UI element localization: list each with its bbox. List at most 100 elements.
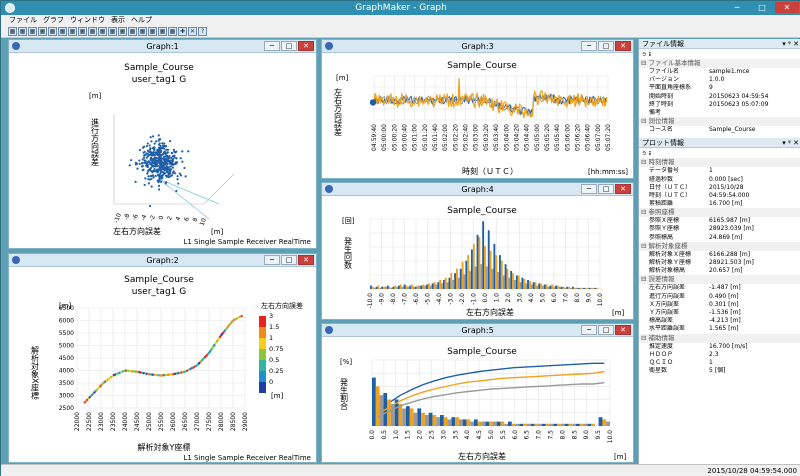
graph4-window[interactable]: Graph:4 ─ □ ✕ Sample_Course [回] 発生回数 左右方… (321, 182, 634, 320)
graph2-plot[interactable]: Sample_Course user_tag1 G [m] 解析対象X座標 解析… (9, 268, 316, 462)
file-info-pin-button[interactable]: ▾ ᵠ ✕ (782, 39, 799, 49)
toolbar-button-4[interactable]: ▦ (48, 27, 57, 36)
graph1-close-button[interactable]: ✕ (298, 41, 314, 51)
section-header[interactable]: ⊟ ファイル基本情報 (639, 59, 800, 68)
graph2-window[interactable]: Graph:2 ─ □ ✕ Sample_Course user_tag1 G … (8, 253, 317, 463)
toolbar-button-6[interactable]: ▦ (68, 27, 77, 36)
graph5-minimize-button[interactable]: ─ (581, 325, 597, 335)
property-row[interactable]: 参照標高24.869 [m] (639, 234, 800, 242)
graph5-window[interactable]: Graph:5 ─ □ ✕ Sample_Course [%] 発生割合 左右方… (321, 323, 634, 463)
property-row[interactable]: Ｘ方向誤差0.301 [m] (639, 301, 800, 309)
file-info-toolbar[interactable]: ᪁ ᵻ (639, 49, 800, 59)
toolbar-button-1[interactable]: ▦ (18, 27, 27, 36)
graph2-titlebar[interactable]: Graph:2 ─ □ ✕ (9, 254, 316, 267)
graph5-close-button[interactable]: ✕ (615, 325, 631, 335)
graph1-point (161, 142, 163, 144)
graph4-maximize-button[interactable]: □ (598, 184, 614, 194)
section-header[interactable]: ⊟ 誤差情報 (639, 275, 800, 284)
graph2-maximize-button[interactable]: □ (281, 255, 297, 265)
property-row[interactable]: 解析対象Ｘ座標6166.288 [m] (639, 251, 800, 259)
property-row[interactable]: Ｙ方向誤差-1.536 [m] (639, 309, 800, 317)
section-header[interactable]: ⊟ 補助情報 (639, 334, 800, 343)
toolbar-button-19[interactable]: ? (198, 27, 207, 36)
property-row[interactable]: 進行方向誤差0.490 [m] (639, 293, 800, 301)
toolbar-button-18[interactable]: ✕ (188, 27, 197, 36)
toolbar-button-16[interactable]: ▦ (168, 27, 177, 36)
property-row[interactable]: バージョン1.0.0 (639, 76, 800, 84)
toolbar-button-0[interactable]: ▦ (8, 27, 17, 36)
toolbar-button-8[interactable]: ▦ (88, 27, 97, 36)
graph1-window[interactable]: Graph:1 ─ □ ✕ Sample_Course user_tag1 G … (8, 39, 317, 249)
toolbar-button-2[interactable]: ▦ (28, 27, 37, 36)
property-row[interactable]: ＨＤＯＰ2.3 (639, 351, 800, 359)
toolbar-button-9[interactable]: ▦ (98, 27, 107, 36)
toolbar-button-7[interactable]: ▦ (78, 27, 87, 36)
graph3-plot[interactable]: Sample_Course [m] 左右方向誤差 時刻（ＵＴＣ） [hh:mm:… (322, 54, 633, 178)
toolbar-button-13[interactable]: ▦ (138, 27, 147, 36)
graph4-plot[interactable]: Sample_Course [回] 発生回数 左右方向誤差 [m] -10.0-… (322, 197, 633, 319)
toolbar-button-10[interactable]: ▦ (108, 27, 117, 36)
property-row[interactable]: 参照Ｘ座標6165.987 [m] (639, 217, 800, 225)
property-row[interactable]: 推定速度16.700 [m/s] (639, 343, 800, 351)
toolbar-button-3[interactable]: ▦ (38, 27, 47, 36)
graph1-plot[interactable]: Sample_Course user_tag1 G [m] 進行方向誤差 左右方… (9, 54, 316, 248)
menu-file[interactable]: ファイル (9, 15, 37, 26)
maximize-button[interactable]: □ (750, 2, 774, 13)
graph4-close-button[interactable]: ✕ (615, 184, 631, 194)
property-row[interactable]: コース名Sample_Course (639, 126, 800, 134)
property-row[interactable]: 左右方向誤差-1.487 [m] (639, 284, 800, 292)
toolbar-button-14[interactable]: ▦ (148, 27, 157, 36)
graph4-titlebar[interactable]: Graph:4 ─ □ ✕ (322, 183, 633, 196)
property-row[interactable]: 備考 (639, 109, 800, 117)
graph1-projection-line (159, 179, 209, 219)
menu-graph[interactable]: グラフ (43, 15, 64, 26)
minimize-button[interactable]: ─ (725, 2, 749, 13)
graph5-titlebar[interactable]: Graph:5 ─ □ ✕ (322, 324, 633, 337)
section-header[interactable]: ⊟ 参照座標 (639, 208, 800, 217)
graph3-close-button[interactable]: ✕ (615, 41, 631, 51)
property-row[interactable]: ファイル名sample1.mce (639, 68, 800, 76)
graph2-close-button[interactable]: ✕ (298, 255, 314, 265)
section-header[interactable]: ⊟ 解析対象座標 (639, 242, 800, 251)
property-row[interactable]: 平面直角座標系9 (639, 84, 800, 92)
toolbar-button-5[interactable]: ▦ (58, 27, 67, 36)
property-row[interactable]: 解析対象Ｙ座標28921.503 [m] (639, 259, 800, 267)
toolbar-button-11[interactable]: ▦ (118, 27, 127, 36)
graph2-minimize-button[interactable]: ─ (264, 255, 280, 265)
property-row[interactable]: 水平距離誤差1.565 [m] (639, 325, 800, 333)
property-row[interactable]: 累積距離16.700 [m] (639, 200, 800, 208)
section-header[interactable]: ⊟ 測位情報 (639, 117, 800, 126)
property-row[interactable]: 標高誤差-4.213 [m] (639, 317, 800, 325)
menu-view[interactable]: 表示 (111, 15, 125, 26)
property-row[interactable]: 日付（ＵＴＣ）2015/10/28 (639, 184, 800, 192)
property-row[interactable]: 解析対象標高20.657 [m] (639, 267, 800, 275)
graph1-titlebar[interactable]: Graph:1 ─ □ ✕ (9, 40, 316, 53)
graph4-minimize-button[interactable]: ─ (581, 184, 597, 194)
graph3-window[interactable]: Graph:3 ─ □ ✕ Sample_Course [m] 左右方向誤差 時… (321, 39, 634, 179)
property-row[interactable]: データ番号1 (639, 167, 800, 175)
property-row[interactable]: 参照Ｙ座標28923.039 [m] (639, 225, 800, 233)
graph5-maximize-button[interactable]: □ (598, 325, 614, 335)
menu-help[interactable]: ヘルプ (131, 15, 152, 26)
property-row[interactable]: 開始時刻20150623 04:59:54 (639, 93, 800, 101)
plot-info-pin-button[interactable]: ▾ ᵠ ✕ (782, 138, 799, 148)
menu-window[interactable]: ウィンドウ (70, 15, 105, 26)
close-button[interactable]: ✕ (775, 2, 799, 13)
plot-info-toolbar[interactable]: ᪁ ᵻ (639, 148, 800, 158)
graph3-minimize-button[interactable]: ─ (581, 41, 597, 51)
graph5-plot[interactable]: Sample_Course [%] 発生割合 左右方向誤差 [m] 0.00.5… (322, 338, 633, 462)
toolbar-button-12[interactable]: ▦ (128, 27, 137, 36)
graph1-minimize-button[interactable]: ─ (264, 41, 280, 51)
toolbar-button-15[interactable]: ▦ (158, 27, 167, 36)
graph3-maximize-button[interactable]: □ (598, 41, 614, 51)
graph4-bar (596, 288, 598, 289)
graph3-titlebar[interactable]: Graph:3 ─ □ ✕ (322, 40, 633, 53)
toolbar-button-17[interactable]: ✚ (178, 27, 187, 36)
property-row[interactable]: 経過秒数0.000 [sec] (639, 176, 800, 184)
property-row[interactable]: 終了時刻20150623 05:07:09 (639, 101, 800, 109)
section-header[interactable]: ⊟ 時刻情報 (639, 158, 800, 167)
property-row[interactable]: ＱＣＩＯ1 (639, 359, 800, 367)
graph1-maximize-button[interactable]: □ (281, 41, 297, 51)
property-row[interactable]: 衛星数5 [個] (639, 367, 800, 375)
property-row[interactable]: 時刻（ＵＴＣ）04:59:54.000 (639, 192, 800, 200)
